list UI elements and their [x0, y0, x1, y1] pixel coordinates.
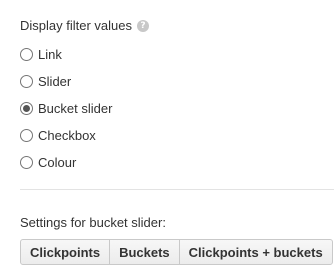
option-checkbox[interactable]: Checkbox: [20, 122, 112, 149]
radio-link[interactable]: [20, 48, 33, 61]
radio-checkbox[interactable]: [20, 129, 33, 142]
option-bucket-slider[interactable]: Bucket slider: [20, 95, 112, 122]
radio-colour[interactable]: [20, 156, 33, 169]
option-colour[interactable]: Colour: [20, 149, 112, 176]
option-link-label: Link: [38, 47, 62, 62]
option-link[interactable]: Link: [20, 41, 112, 68]
option-checkbox-label: Checkbox: [38, 128, 96, 143]
display-filter-heading-row: Display filter values ?: [20, 16, 149, 34]
option-bucket-slider-label: Bucket slider: [38, 101, 113, 116]
bucket-settings-button-group: Clickpoints Buckets Clickpoints + bucket…: [20, 239, 333, 265]
radio-bucket-slider[interactable]: [20, 102, 33, 115]
display-filter-options: Link Slider Bucket slider Checkbox Colou…: [20, 41, 112, 176]
clickpoints-buckets-button[interactable]: Clickpoints + buckets: [178, 239, 333, 265]
section-divider: [20, 189, 334, 190]
clickpoints-button[interactable]: Clickpoints: [20, 239, 111, 265]
bucket-settings-label: Settings for bucket slider:: [20, 215, 166, 230]
help-icon[interactable]: ?: [137, 19, 149, 32]
option-colour-label: Colour: [38, 155, 77, 170]
radio-slider[interactable]: [20, 75, 33, 88]
option-slider[interactable]: Slider: [20, 68, 112, 95]
buckets-button[interactable]: Buckets: [109, 239, 180, 265]
display-filter-heading: Display filter values: [20, 17, 132, 33]
option-slider-label: Slider: [38, 74, 72, 89]
